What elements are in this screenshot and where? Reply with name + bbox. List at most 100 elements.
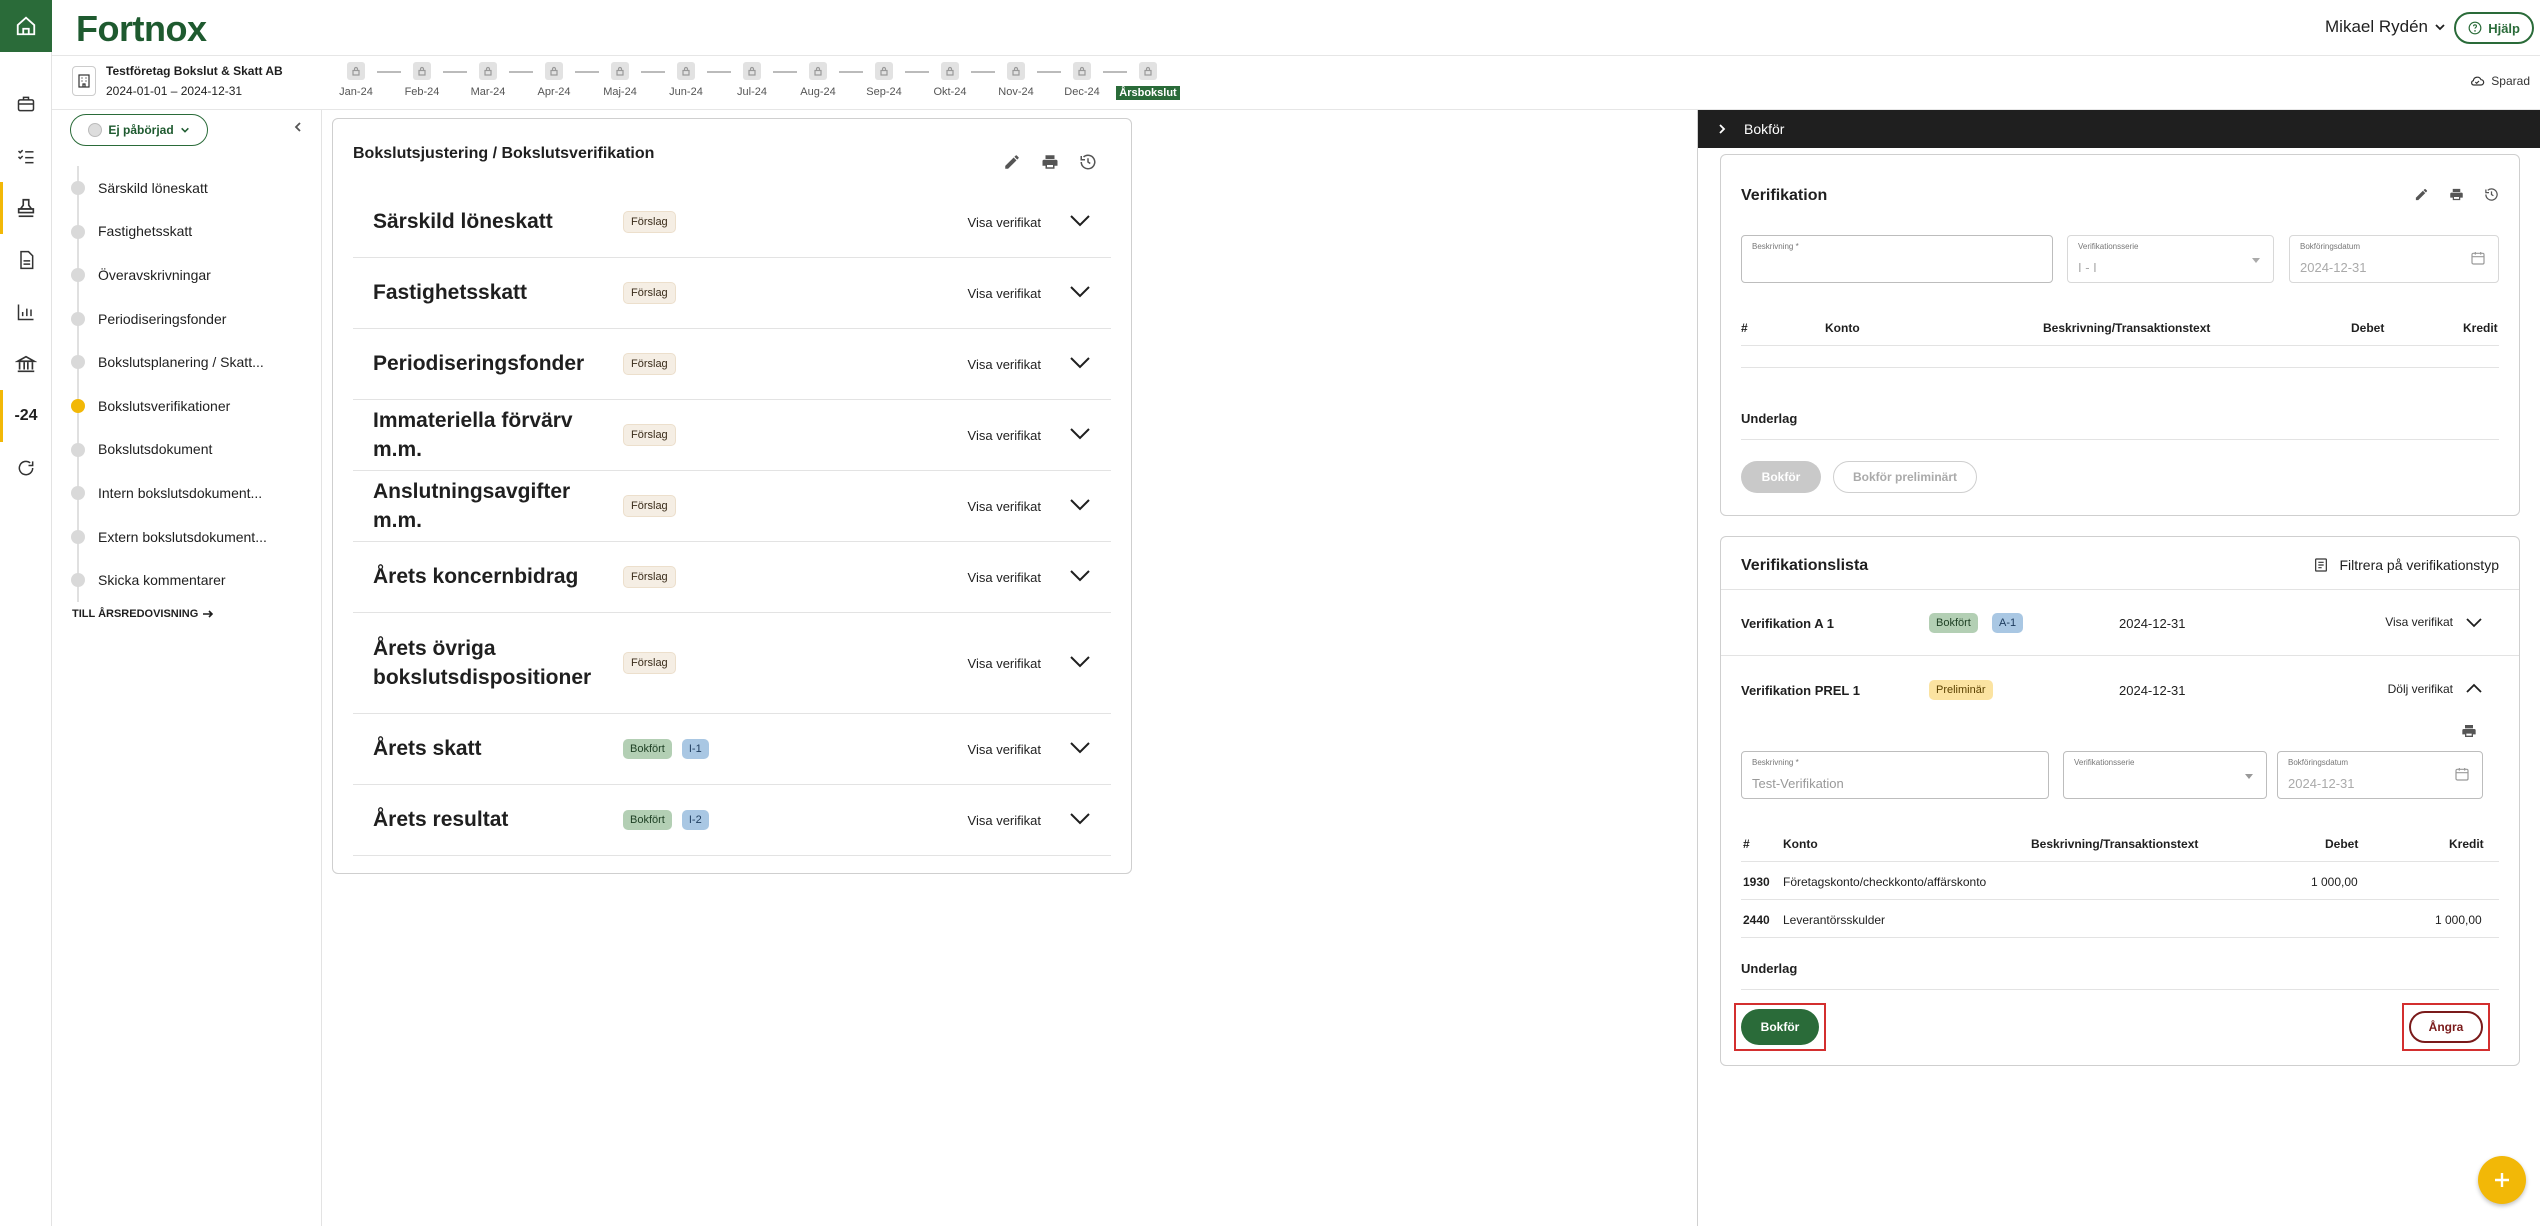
expand-button[interactable]	[1069, 740, 1091, 759]
month-period[interactable]: Jul-24	[731, 62, 773, 98]
lock-icon	[1007, 62, 1025, 80]
edit-button[interactable]	[1003, 153, 1021, 176]
rail-item-business[interactable]	[0, 78, 52, 130]
month-period[interactable]: Aug-24	[797, 62, 839, 98]
verification-row[interactable]: Årets koncernbidrag Förslag Visa verifikat	[353, 542, 1111, 613]
rail-item-refresh[interactable]	[0, 442, 52, 494]
step-item[interactable]: Intern bokslutsdokument...	[66, 471, 321, 515]
expand-button[interactable]	[1069, 355, 1091, 374]
month-period[interactable]: Sep-24	[863, 62, 905, 98]
post-preliminary-button[interactable]: Bokför preliminärt	[1833, 461, 1977, 493]
verification-row[interactable]: Periodiseringsfonder Förslag Visa verifika…	[353, 329, 1111, 400]
month-period[interactable]: Mar-24	[467, 62, 509, 98]
rail-item-reports[interactable]	[0, 286, 52, 338]
expand-button[interactable]	[1069, 426, 1091, 445]
month-period[interactable]: Årsbokslut	[1116, 62, 1180, 100]
verification-row[interactable]: Årets skatt Bokfört I-1 Visa verifikat	[353, 714, 1111, 785]
show-verification-link[interactable]: Visa verifikat	[968, 286, 1041, 301]
month-period[interactable]: Dec-24	[1061, 62, 1103, 98]
expand-button[interactable]	[1069, 654, 1091, 673]
toggle-label: Dölj verifikat	[2387, 682, 2453, 696]
month-period[interactable]: Nov-24	[995, 62, 1037, 98]
edit-button[interactable]	[2414, 187, 2429, 207]
print-button[interactable]	[2449, 187, 2464, 207]
month-period[interactable]: Apr-24	[533, 62, 575, 98]
show-verification-link[interactable]: Visa verifikat	[968, 813, 1041, 828]
step-item[interactable]: Fastighetsskatt	[66, 209, 321, 254]
saved-status: Sparad	[2469, 73, 2530, 89]
step-item[interactable]: Bokslutsplanering / Skatt...	[66, 340, 321, 384]
post-button-disabled[interactable]: Bokför	[1741, 461, 1821, 493]
hide-verification-toggle[interactable]: Dölj verifikat	[2388, 682, 2483, 696]
expand-button[interactable]	[1069, 497, 1091, 516]
series-select[interactable]: Verifikationsserie	[2063, 751, 2267, 799]
step-item[interactable]: Skicka kommentarer	[66, 558, 321, 602]
add-button[interactable]	[2478, 1156, 2526, 1204]
rail-item-bank[interactable]	[0, 338, 52, 390]
show-verification-toggle[interactable]: Visa verifikat	[2385, 615, 2483, 629]
show-verification-link[interactable]: Visa verifikat	[968, 742, 1041, 757]
description-field[interactable]: Beskrivning *	[1741, 235, 2053, 283]
step-dot	[71, 224, 85, 239]
step-item[interactable]: Bokslutsverifikationer	[66, 383, 321, 428]
to-annual-report-link[interactable]: TILL ÅRSREDOVISNING	[72, 608, 214, 620]
verification-row[interactable]: Årets övriga bokslutsdispositioner Försla…	[353, 613, 1111, 714]
verification-row[interactable]: Särskild löneskatt Förslag Visa verifikat	[353, 187, 1111, 258]
card-title: Bokslutsjustering / Bokslutsverifikation	[353, 145, 655, 162]
help-button[interactable]: Hjälp	[2454, 12, 2534, 44]
show-verification-link[interactable]: Visa verifikat	[968, 656, 1041, 671]
history-button[interactable]	[1079, 153, 1097, 176]
print-button[interactable]	[2461, 723, 2477, 744]
step-label: Bokslutsplanering / Skatt...	[98, 354, 264, 371]
rail-item-year[interactable]: -24	[0, 390, 52, 442]
step-item[interactable]: Periodiseringsfonder	[66, 296, 321, 341]
month-period[interactable]: Feb-24	[401, 62, 443, 98]
rail-item-documents[interactable]	[0, 234, 52, 286]
filter-button[interactable]: Filtrera på verifikationstyp	[2313, 557, 2499, 573]
step-item[interactable]: Extern bokslutsdokument...	[66, 514, 321, 559]
description-field[interactable]: Beskrivning * Test-Verifikation	[1741, 751, 2049, 799]
show-verification-link[interactable]: Visa verifikat	[968, 570, 1041, 585]
step-item[interactable]: Överavskrivningar	[66, 253, 321, 297]
series-select[interactable]: Verifikationsserie I - I	[2067, 235, 2274, 283]
status-dropdown[interactable]: Ej påbörjad	[70, 114, 208, 146]
collapse-sidebar-button[interactable]	[292, 120, 304, 138]
posting-date-field[interactable]: Bokföringsdatum 2024-12-31	[2277, 751, 2483, 799]
verification-row[interactable]: Årets resultat Bokfört I-2 Visa verifikat	[353, 785, 1111, 856]
pencil-icon	[1005, 155, 1019, 169]
user-menu[interactable]: Mikael Rydén	[2325, 17, 2446, 37]
status-badge: Bokfört	[623, 810, 672, 830]
month-period[interactable]: Jun-24	[665, 62, 707, 98]
month-period[interactable]: Jan-24	[335, 62, 377, 98]
top-header: Fortnox Mikael Rydén Hjälp	[52, 0, 2540, 56]
user-name: Mikael Rydén	[2325, 17, 2428, 36]
rail-item-tasks[interactable]	[0, 130, 52, 182]
step-item[interactable]: Särskild löneskatt	[66, 166, 321, 210]
row-title: Särskild löneskatt	[373, 210, 553, 234]
month-period[interactable]: Maj-24	[599, 62, 641, 98]
step-item[interactable]: Bokslutsdokument	[66, 427, 321, 472]
show-verification-link[interactable]: Visa verifikat	[968, 357, 1041, 372]
show-verification-link[interactable]: Visa verifikat	[968, 428, 1041, 443]
show-verification-link[interactable]: Visa verifikat	[968, 499, 1041, 514]
print-icon	[2462, 725, 2476, 737]
print-button[interactable]	[1041, 153, 1059, 176]
verification-row[interactable]: Fastighetsskatt Förslag Visa verifikat	[353, 258, 1111, 329]
show-verification-link[interactable]: Visa verifikat	[968, 215, 1041, 230]
posting-date-field[interactable]: Bokföringsdatum 2024-12-31	[2289, 235, 2499, 283]
expand-button[interactable]	[1069, 811, 1091, 830]
fortnox-logo[interactable]: Fortnox	[76, 8, 207, 50]
rail-item-closing[interactable]	[0, 182, 52, 234]
expand-button[interactable]	[1069, 284, 1091, 303]
expand-button[interactable]	[1069, 213, 1091, 232]
verification-row[interactable]: Immateriella förvärv m.m. Förslag Visa ver…	[353, 400, 1111, 471]
verification-row[interactable]: Anslutningsavgifter m.m. Förslag Visa veri…	[353, 471, 1111, 542]
cloud-icon	[2471, 76, 2485, 86]
home-button[interactable]	[0, 0, 52, 52]
expand-button[interactable]	[1069, 568, 1091, 587]
underlag-label: Underlag	[1741, 961, 1798, 976]
series-label: Verifikationsserie	[2078, 242, 2139, 251]
history-button[interactable]	[2484, 187, 2499, 207]
panel-header[interactable]: Bokför	[1698, 110, 2540, 148]
month-period[interactable]: Okt-24	[929, 62, 971, 98]
